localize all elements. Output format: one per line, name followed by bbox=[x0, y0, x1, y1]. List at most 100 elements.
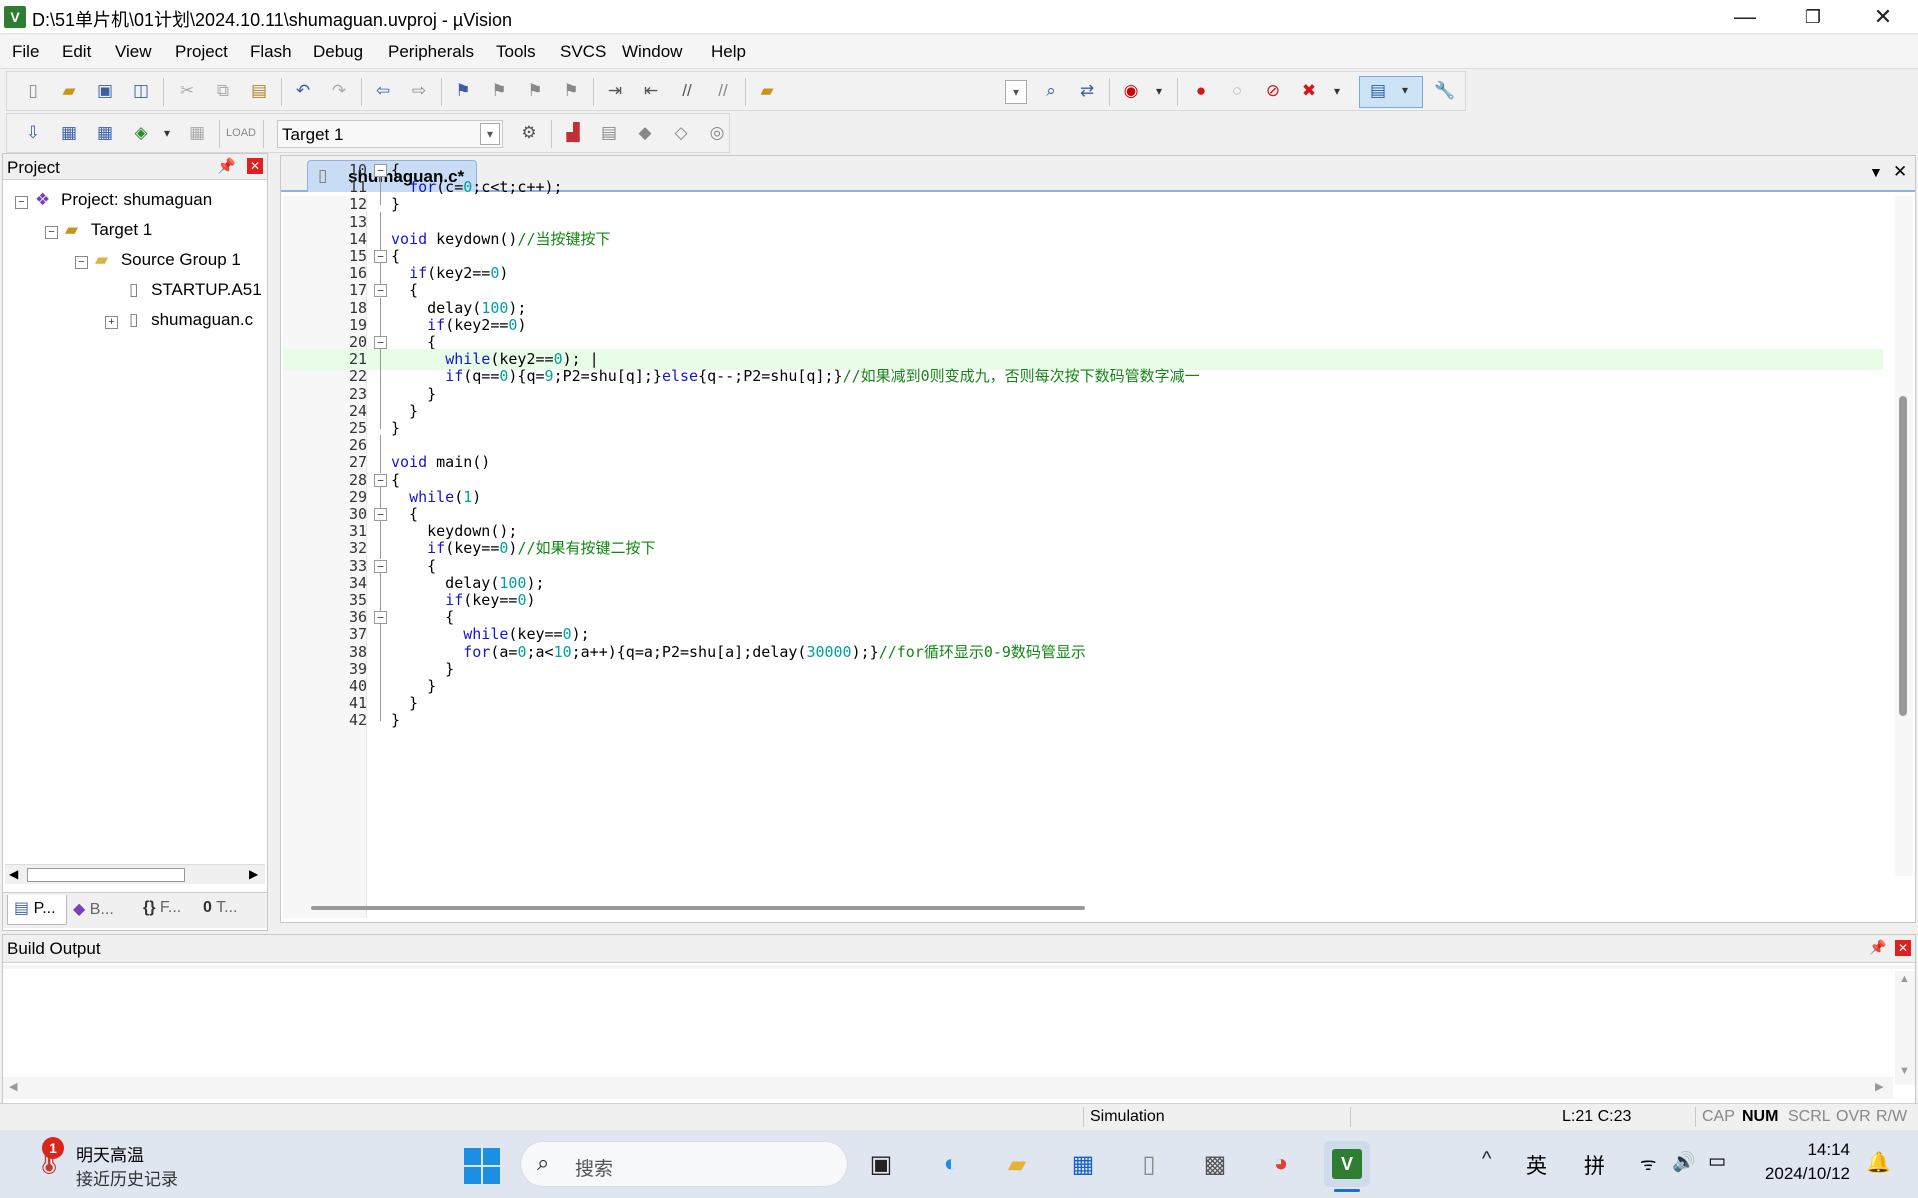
ime-mode[interactable]: 拼 bbox=[1584, 1150, 1605, 1180]
volume-icon[interactable]: 🔊 bbox=[1672, 1150, 1696, 1174]
file-explorer-icon[interactable]: ▰ bbox=[994, 1141, 1040, 1187]
find-in-files-icon[interactable]: ▰ bbox=[753, 77, 781, 105]
clock-date[interactable]: 2024/10/12 bbox=[1744, 1164, 1850, 1184]
tree-project-root[interactable]: ❖ Project: shumaguan bbox=[35, 190, 212, 210]
batch-dropdown-icon[interactable]: ▾ bbox=[153, 119, 181, 147]
build-output-text[interactable] bbox=[3, 971, 1893, 1085]
collapse-group-icon[interactable]: − bbox=[75, 256, 88, 269]
find-dropdown-icon[interactable]: ▾ bbox=[1005, 80, 1027, 104]
target-options-icon[interactable]: ⚙ bbox=[515, 119, 543, 147]
navigate-forward-icon[interactable]: ⇨ bbox=[405, 77, 433, 105]
tree-source-group[interactable]: ▰ Source Group 1 bbox=[95, 250, 241, 270]
tab-templates[interactable]: 0 T... bbox=[203, 899, 237, 917]
menu-window[interactable]: Window bbox=[622, 42, 682, 62]
replace-icon[interactable]: ⇄ bbox=[1073, 77, 1101, 105]
tree-file-main[interactable]: ▯ shumaguan.c bbox=[129, 310, 253, 330]
collapse-project-icon[interactable]: − bbox=[15, 196, 28, 209]
windows-start-icon[interactable] bbox=[464, 1148, 500, 1184]
menu-edit[interactable]: Edit bbox=[62, 42, 91, 62]
fold-collapse-icon[interactable]: − bbox=[374, 559, 387, 573]
kill-breakpoints-icon[interactable]: ✖ bbox=[1295, 77, 1323, 105]
weather-title[interactable]: 明天高温 bbox=[76, 1141, 144, 1166]
vscroll-thumb[interactable] bbox=[1899, 396, 1907, 716]
file-extensions-icon[interactable]: ▤ bbox=[595, 119, 623, 147]
navigate-back-icon[interactable]: ⇦ bbox=[369, 77, 397, 105]
manage-components-icon[interactable]: ▟ bbox=[559, 119, 587, 147]
event-recorder-icon[interactable]: ◎ bbox=[703, 119, 731, 147]
breakpoint-dropdown-icon[interactable]: ▾ bbox=[1323, 77, 1351, 105]
scroll-down-icon[interactable]: ▼ bbox=[1899, 1065, 1910, 1077]
fold-collapse-icon[interactable]: − bbox=[374, 611, 387, 625]
stop-build-icon[interactable]: ▦ bbox=[183, 119, 211, 147]
code-line[interactable]: 42} bbox=[283, 710, 1883, 731]
disable-all-breakpoints-icon[interactable]: ⊘ bbox=[1259, 77, 1287, 105]
new-file-icon[interactable]: ▯ bbox=[19, 77, 47, 105]
save-icon[interactable]: ▣ bbox=[91, 77, 119, 105]
collapse-target-icon[interactable]: − bbox=[45, 226, 58, 239]
unindent-icon[interactable]: ⇤ bbox=[637, 77, 665, 105]
menu-project[interactable]: Project bbox=[175, 42, 228, 62]
run-time-environment-icon[interactable]: ◆ bbox=[631, 119, 659, 147]
debug-dropdown-icon[interactable]: ▾ bbox=[1145, 77, 1173, 105]
fold-collapse-icon[interactable]: − bbox=[374, 336, 387, 349]
clear-bookmarks-icon[interactable]: ⚑ bbox=[557, 77, 585, 105]
build-vscrollbar[interactable]: ▲ ▼ bbox=[1895, 971, 1915, 1085]
clock-time[interactable]: 14:14 bbox=[1760, 1140, 1850, 1160]
edge-browser-icon[interactable]: ◐ bbox=[928, 1141, 974, 1187]
build-hscrollbar[interactable]: ◀ ▶ bbox=[3, 1077, 1893, 1099]
expand-file-icon[interactable]: + bbox=[105, 316, 118, 329]
project-hscrollbar[interactable]: ◀ ▶ bbox=[5, 864, 265, 884]
fold-collapse-icon[interactable]: − bbox=[374, 473, 387, 487]
ime-language[interactable]: 英 bbox=[1526, 1150, 1547, 1180]
disable-breakpoint-icon[interactable]: ○ bbox=[1223, 77, 1251, 105]
scroll-left-icon[interactable]: ◀ bbox=[9, 867, 18, 881]
document-icon[interactable]: ▯ bbox=[1126, 1141, 1172, 1187]
scroll-right-icon[interactable]: ▶ bbox=[1875, 1080, 1883, 1093]
battery-icon[interactable]: ▭ bbox=[1708, 1150, 1726, 1173]
bookmark-icon[interactable]: ⚑ bbox=[449, 77, 477, 105]
hscroll-thumb[interactable] bbox=[311, 906, 1085, 910]
comment-icon[interactable]: // bbox=[673, 77, 701, 105]
tab-project[interactable]: ▤ P... bbox=[7, 895, 67, 925]
tree-file-startup[interactable]: ▯ STARTUP.A51 bbox=[129, 280, 262, 300]
close-icon[interactable]: ✕ bbox=[1895, 940, 1911, 956]
redo-icon[interactable]: ↷ bbox=[325, 77, 353, 105]
save-all-icon[interactable]: ◫ bbox=[127, 77, 155, 105]
scroll-thumb[interactable] bbox=[27, 868, 185, 882]
scroll-left-icon[interactable]: ◀ bbox=[9, 1080, 17, 1093]
uncomment-icon[interactable]: // bbox=[709, 77, 737, 105]
fold-collapse-icon[interactable]: − bbox=[374, 508, 387, 521]
translate-icon[interactable]: ⇩ bbox=[19, 119, 47, 147]
window-layout-button[interactable]: ▤ ▾ bbox=[1359, 76, 1423, 108]
microsoft-store-icon[interactable]: ▦ bbox=[1060, 1141, 1106, 1187]
prev-bookmark-icon[interactable]: ⚑ bbox=[485, 77, 513, 105]
cut-icon[interactable]: ✂ bbox=[173, 77, 201, 105]
close-button[interactable]: ✕ bbox=[1848, 0, 1918, 34]
tab-functions[interactable]: {} F... bbox=[143, 899, 181, 917]
taskbar-search[interactable]: ⌕ 搜索 bbox=[520, 1141, 848, 1187]
menu-flash[interactable]: Flash bbox=[250, 42, 292, 62]
download-load-icon[interactable]: LOAD bbox=[226, 119, 256, 147]
wifi-icon[interactable]: ᯤ bbox=[1640, 1152, 1656, 1176]
pack-installer-icon[interactable]: ◇ bbox=[667, 119, 695, 147]
weather-subtitle[interactable]: 接近历史记录 bbox=[76, 1165, 178, 1190]
menu-help[interactable]: Help bbox=[711, 42, 746, 62]
menu-debug[interactable]: Debug bbox=[313, 42, 363, 62]
next-bookmark-icon[interactable]: ⚑ bbox=[521, 77, 549, 105]
menu-svcs[interactable]: SVCS bbox=[560, 42, 606, 62]
pin-icon[interactable]: 📌 bbox=[217, 157, 236, 175]
close-icon[interactable]: ✕ bbox=[247, 158, 263, 174]
restore-button[interactable]: ❐ bbox=[1778, 0, 1848, 34]
close-tab-icon[interactable]: ✕ bbox=[1893, 162, 1907, 182]
chip-programmer-icon[interactable]: ▩ bbox=[1192, 1141, 1238, 1187]
menu-view[interactable]: View bbox=[115, 42, 152, 62]
tab-books[interactable]: ◆ B... bbox=[73, 899, 114, 919]
undo-icon[interactable]: ↶ bbox=[289, 77, 317, 105]
find-icon[interactable]: ⌕ bbox=[1037, 77, 1065, 105]
pin-icon[interactable]: 📌 bbox=[1869, 939, 1886, 956]
rebuild-icon[interactable]: ▦ bbox=[91, 119, 119, 147]
menu-file[interactable]: File bbox=[12, 42, 39, 62]
uvision-taskbar-icon[interactable]: V bbox=[1324, 1141, 1370, 1187]
breakpoint-icon[interactable]: ● bbox=[1187, 77, 1215, 105]
show-hidden-icons-icon[interactable]: ^ bbox=[1482, 1148, 1491, 1171]
